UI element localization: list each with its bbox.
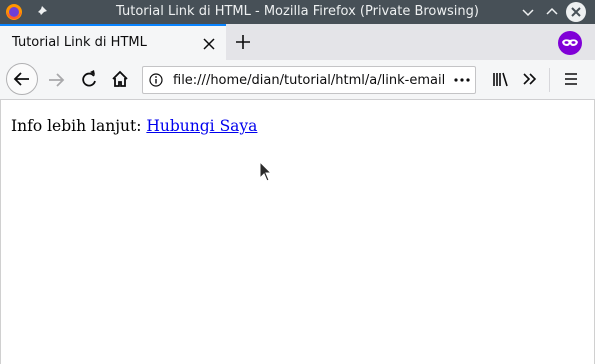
overflow-menu-button[interactable] bbox=[515, 64, 545, 94]
maximize-icon[interactable] bbox=[543, 3, 561, 21]
window-title: Tutorial Link di HTML - Mozilla Firefox … bbox=[116, 4, 479, 19]
private-browsing-icon bbox=[558, 31, 582, 55]
mouse-cursor-icon bbox=[259, 161, 273, 182]
tab-title: Tutorial Link di HTML bbox=[12, 35, 147, 50]
tab-close-icon[interactable] bbox=[202, 37, 216, 51]
navigation-toolbar: file:///home/dian/tutorial/html/a/link-e… bbox=[0, 60, 595, 100]
info-paragraph: Info lebih lanjut: Hubungi Saya bbox=[11, 117, 257, 135]
page-content: Info lebih lanjut: Hubungi Saya bbox=[0, 100, 595, 364]
page-actions-icon[interactable] bbox=[453, 73, 471, 87]
forward-button[interactable] bbox=[42, 64, 72, 94]
url-bar[interactable]: file:///home/dian/tutorial/html/a/link-e… bbox=[142, 66, 476, 94]
close-window-icon[interactable] bbox=[566, 2, 586, 22]
home-button[interactable] bbox=[105, 64, 135, 94]
toolbar-separator bbox=[549, 68, 550, 92]
reload-button[interactable] bbox=[74, 64, 104, 94]
url-text[interactable]: file:///home/dian/tutorial/html/a/link-e… bbox=[173, 72, 445, 90]
window-titlebar: Tutorial Link di HTML - Mozilla Firefox … bbox=[0, 0, 595, 24]
tab-strip: Tutorial Link di HTML bbox=[0, 24, 595, 60]
library-button[interactable] bbox=[486, 64, 516, 94]
info-icon[interactable] bbox=[149, 73, 163, 87]
minimize-icon[interactable] bbox=[519, 3, 537, 21]
hamburger-menu-button[interactable] bbox=[556, 64, 586, 94]
back-button[interactable] bbox=[6, 63, 38, 95]
contact-link[interactable]: Hubungi Saya bbox=[146, 117, 257, 135]
arrow-left-icon bbox=[13, 72, 29, 86]
info-text: Info lebih lanjut: bbox=[11, 117, 147, 135]
tab-active[interactable]: Tutorial Link di HTML bbox=[0, 24, 226, 60]
new-tab-icon[interactable] bbox=[234, 33, 252, 51]
